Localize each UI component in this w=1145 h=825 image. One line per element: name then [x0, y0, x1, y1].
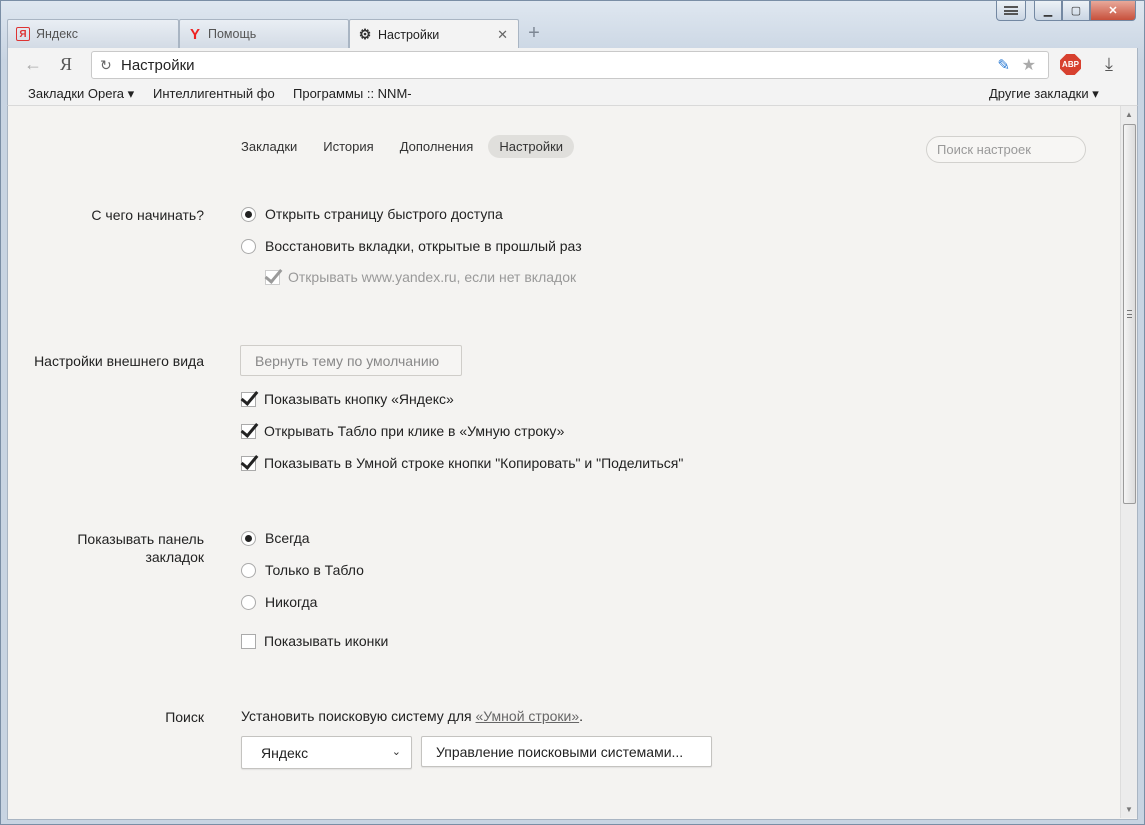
- scroll-up-icon[interactable]: ▲: [1125, 110, 1133, 119]
- bookmarks-panel-tablo-only[interactable]: Только в Табло: [241, 562, 364, 578]
- search-engine-select[interactable]: Яндекс ⌄: [241, 736, 412, 769]
- option-label: Всегда: [265, 530, 310, 546]
- startup-option-speed-dial[interactable]: Открыть страницу быстрого доступа: [241, 206, 503, 222]
- maximize-icon: ▢: [1070, 5, 1082, 17]
- yandex-icon: Я: [16, 27, 30, 41]
- startup-option-restore-tabs[interactable]: Восстановить вкладки, открытые в прошлый…: [241, 238, 582, 254]
- back-arrow-icon[interactable]: ←: [24, 54, 42, 75]
- bookmark-folder-opera[interactable]: Закладки Opera ▾: [28, 86, 134, 102]
- close-window-button[interactable]: ✕: [1090, 1, 1136, 21]
- nav-extensions[interactable]: Дополнения: [389, 135, 485, 158]
- reset-theme-button[interactable]: Вернуть тему по умолчанию: [240, 345, 462, 376]
- tab-settings[interactable]: ⚙ Настройки ✕: [349, 19, 519, 49]
- gear-icon: ⚙: [358, 26, 372, 42]
- protect-icon[interactable]: ✎: [997, 56, 1010, 74]
- radio-button[interactable]: [241, 594, 256, 610]
- checkbox[interactable]: [241, 455, 256, 471]
- checkbox[interactable]: [241, 633, 256, 649]
- smart-address-bar[interactable]: ↻ Настройки ✎ ★: [91, 51, 1049, 79]
- smart-line-link[interactable]: «Умной строки»: [476, 708, 580, 724]
- bookmarks-bar: Закладки Opera ▾ Интеллигентный фо Прогр…: [7, 84, 1138, 106]
- nav-settings[interactable]: Настройки: [488, 135, 575, 158]
- yandex-y-icon: Y: [189, 25, 200, 43]
- manage-search-engines-button[interactable]: Управление поисковыми системами...: [421, 736, 712, 767]
- tab-yandex[interactable]: Я Яндекс: [7, 19, 179, 48]
- bookmarks-panel-always[interactable]: Всегда: [241, 530, 310, 546]
- window-controls: ▁ ▢ ✕: [1034, 1, 1136, 21]
- search-description: Установить поисковую систему для «Умной …: [241, 708, 583, 724]
- star-icon[interactable]: ★: [1022, 55, 1036, 75]
- option-label: Только в Табло: [265, 562, 364, 578]
- option-label: Показывать иконки: [264, 633, 389, 649]
- radio-button[interactable]: [241, 238, 256, 254]
- option-label: Восстановить вкладки, открытые в прошлый…: [265, 238, 582, 254]
- toolbar: ← Я ↻ Настройки ✎ ★ ABP ⤓: [7, 48, 1138, 84]
- option-label: Никогда: [265, 594, 318, 610]
- checkbox: [265, 269, 280, 285]
- option-label: Открывать Табло при клике в «Умную строк…: [264, 423, 565, 439]
- radio-button[interactable]: [241, 562, 256, 578]
- bookmarks-panel-label: Показывать панель закладок: [77, 531, 204, 565]
- adblock-plus-icon[interactable]: ABP: [1060, 54, 1081, 75]
- yandex-logo-button[interactable]: Я: [60, 54, 72, 75]
- checkbox[interactable]: [241, 391, 256, 407]
- address-text[interactable]: Настройки: [121, 57, 195, 74]
- tab-strip: Я Яндекс Y Помощь ⚙ Настройки ✕ +: [7, 19, 907, 49]
- open-tablo-checkbox[interactable]: Открывать Табло при клике в «Умную строк…: [241, 423, 564, 439]
- reload-icon[interactable]: ↻: [100, 57, 112, 74]
- show-yandex-button-checkbox[interactable]: Показывать кнопку «Яндекс»: [241, 391, 454, 407]
- option-label: Открывать www.yandex.ru, если нет вкладо…: [288, 269, 577, 285]
- bookmark-item[interactable]: Интеллигентный фо: [153, 86, 280, 101]
- browser-menu-button[interactable]: [996, 1, 1026, 21]
- settings-page: Закладки История Дополнения Настройки С …: [7, 106, 1138, 820]
- option-label: Показывать в Умной строке кнопки "Копиро…: [264, 455, 684, 471]
- bookmark-item[interactable]: Программы :: NNM-: [293, 86, 420, 101]
- maximize-button[interactable]: ▢: [1062, 1, 1090, 21]
- nav-bookmarks[interactable]: Закладки: [230, 135, 308, 158]
- menu-icon: [1004, 6, 1018, 15]
- show-copy-share-checkbox[interactable]: Показывать в Умной строке кнопки "Копиро…: [241, 455, 683, 471]
- bookmarks-panel-never[interactable]: Никогда: [241, 594, 317, 610]
- vertical-scrollbar[interactable]: ▲ ▼: [1120, 106, 1137, 818]
- new-tab-button[interactable]: +: [521, 21, 547, 47]
- nav-history[interactable]: История: [312, 135, 384, 158]
- download-icon[interactable]: ⤓: [1105, 54, 1113, 75]
- option-label: Показывать кнопку «Яндекс»: [264, 391, 454, 407]
- scroll-down-icon[interactable]: ▼: [1125, 805, 1133, 814]
- tab-label: Яндекс: [36, 27, 79, 41]
- selected-engine: Яндекс: [261, 744, 309, 761]
- page-nav: Закладки История Дополнения Настройки: [230, 135, 578, 158]
- search-text-prefix: Установить поисковую систему для: [241, 708, 476, 724]
- search-label: Поиск: [165, 709, 204, 725]
- browser-window: ▁ ▢ ✕ Я Яндекс Y Помощь ⚙ Настройки ✕ + …: [0, 0, 1145, 825]
- close-tab-icon[interactable]: ✕: [497, 27, 508, 43]
- scrollbar-thumb[interactable]: [1123, 124, 1136, 504]
- show-icons-checkbox[interactable]: Показывать иконки: [241, 633, 388, 649]
- minimize-button[interactable]: ▁: [1034, 1, 1062, 21]
- radio-button[interactable]: [241, 530, 256, 546]
- checkbox[interactable]: [241, 423, 256, 439]
- tab-label: Помощь: [208, 27, 257, 41]
- search-text-suffix: .: [579, 708, 584, 724]
- tab-help[interactable]: Y Помощь: [179, 19, 349, 48]
- tab-label: Настройки: [378, 27, 440, 42]
- close-icon: ✕: [1108, 5, 1118, 17]
- chevron-down-icon: ⌄: [391, 746, 401, 758]
- radio-button[interactable]: [241, 206, 256, 222]
- grip-icon: [1127, 310, 1132, 318]
- other-bookmarks[interactable]: Другие закладки ▾: [989, 86, 1099, 102]
- startup-suboption-open-yandex: Открывать www.yandex.ru, если нет вкладо…: [265, 269, 576, 285]
- option-label: Открыть страницу быстрого доступа: [265, 206, 503, 222]
- settings-search-input[interactable]: [926, 136, 1086, 163]
- appearance-label: Настройки внешнего вида: [34, 353, 204, 369]
- startup-label: С чего начинать?: [91, 207, 204, 223]
- minimize-icon: ▁: [1043, 5, 1053, 17]
